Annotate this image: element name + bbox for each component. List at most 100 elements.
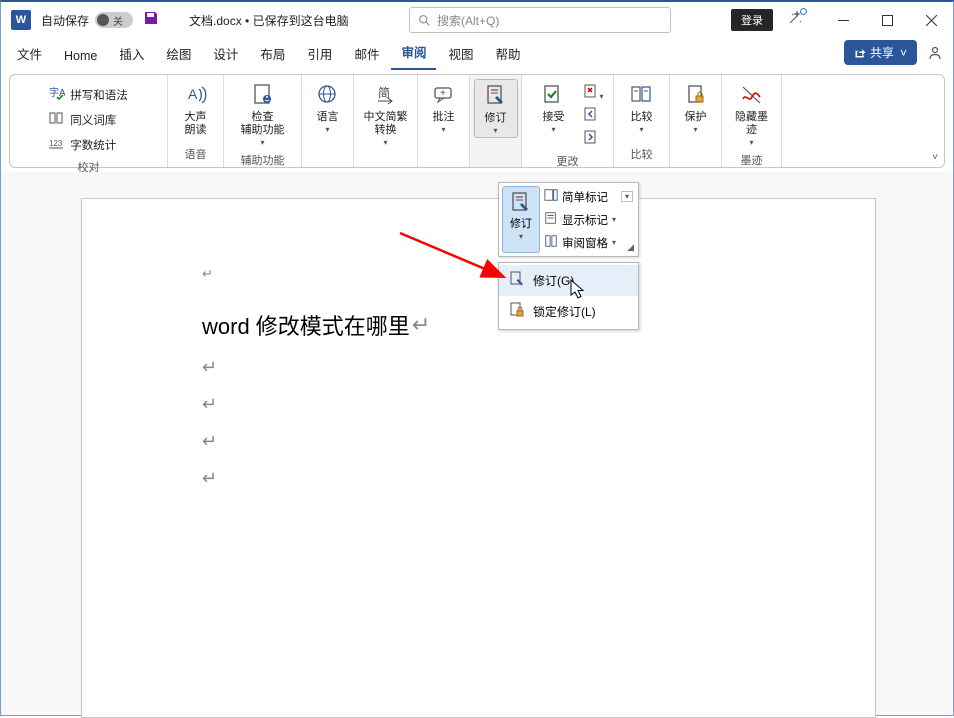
ink-icon xyxy=(740,81,764,109)
track-changes-button[interactable]: 修订 ▾ xyxy=(474,79,518,138)
show-markup-button[interactable]: 显示标记 ▾ xyxy=(542,209,635,230)
svg-text:A: A xyxy=(188,86,198,102)
language-button[interactable]: 语言 ▾ xyxy=(306,79,350,136)
thesaurus-icon xyxy=(49,110,65,129)
document-page[interactable]: ↵ word 修改模式在哪里 ↵ ↵ ↵ ↵ ↵ xyxy=(81,198,876,718)
paragraph-mark: ↵ xyxy=(202,468,875,489)
read-aloud-icon: A xyxy=(184,81,208,109)
chevron-down-icon: ▾ xyxy=(441,125,445,134)
menu-item-track-changes[interactable]: 修订(G) xyxy=(499,265,638,296)
autosave-label: 自动保存 xyxy=(41,12,89,29)
tab-home[interactable]: Home xyxy=(54,43,107,70)
search-input[interactable]: 搜索(Alt+Q) xyxy=(409,7,671,33)
document-heading: word 修改模式在哪里 xyxy=(202,309,410,341)
group-label-speech: 语音 xyxy=(185,143,207,167)
tab-layout[interactable]: 布局 xyxy=(250,38,295,70)
group-label-compare: 比较 xyxy=(631,143,653,167)
display-for-review-dropdown[interactable]: 简单标记 ▾ xyxy=(542,186,635,207)
spellcheck-icon: 字A xyxy=(49,85,65,104)
chevron-down-icon: ▾ xyxy=(693,125,697,134)
accessibility-icon xyxy=(251,81,275,109)
chevron-down-icon: ▾ xyxy=(493,126,497,135)
svg-text:+: + xyxy=(440,88,446,99)
menu-item-lock-tracking[interactable]: 锁定修订(L) xyxy=(499,296,638,327)
share-icon xyxy=(854,47,866,59)
close-button[interactable] xyxy=(909,2,953,38)
tab-review[interactable]: 审阅 xyxy=(391,36,436,70)
minimize-button[interactable] xyxy=(821,2,865,38)
tab-references[interactable]: 引用 xyxy=(297,38,342,70)
chevron-down-icon: ▾ xyxy=(383,138,387,147)
protect-button[interactable]: 保护 ▾ xyxy=(674,79,718,136)
hide-ink-button[interactable]: 隐藏墨 迹 ▾ xyxy=(730,79,774,149)
accept-icon xyxy=(541,81,565,109)
next-change-button[interactable] xyxy=(583,129,603,150)
thesaurus-button[interactable]: 同义词库 xyxy=(45,108,132,131)
chevron-down-icon: ▾ xyxy=(260,138,264,147)
spelling-grammar-button[interactable]: 字A 拼写和语法 xyxy=(45,83,132,106)
tab-view[interactable]: 视图 xyxy=(438,38,483,70)
group-label-accessibility: 辅助功能 xyxy=(241,149,285,173)
tab-file[interactable]: 文件 xyxy=(7,38,52,70)
ribbon-collapse-button[interactable]: ˅ xyxy=(932,152,938,163)
chevron-down-icon: ▾ xyxy=(519,232,523,241)
reviewing-pane-icon xyxy=(544,234,558,251)
login-button[interactable]: 登录 xyxy=(731,9,773,31)
show-markup-icon xyxy=(544,211,558,228)
track-changes-submenu: 修订(G) 锁定修订(L) xyxy=(498,262,639,330)
document-title: 文档.docx • 已保存到这台电脑 xyxy=(189,12,349,29)
tab-help[interactable]: 帮助 xyxy=(485,38,530,70)
save-icon[interactable] xyxy=(143,10,159,31)
ribbon: 字A 拼写和语法 同义词库 123 字数统计 校对 A 大声 朗读 语音 xyxy=(9,74,945,168)
title-bar: W 自动保存 关 文档.docx • 已保存到这台电脑 搜索(Alt+Q) 登录 xyxy=(1,2,953,38)
comment-icon: + xyxy=(432,81,456,109)
previous-change-button[interactable] xyxy=(583,106,603,127)
dialog-launcher-icon[interactable]: ◢ xyxy=(627,242,634,253)
tab-mailings[interactable]: 邮件 xyxy=(344,38,389,70)
chevron-down-icon: ▾ xyxy=(639,125,643,134)
ribbon-tabs: 文件 Home 插入 绘图 设计 布局 引用 邮件 审阅 视图 帮助 共享 ˅ xyxy=(1,38,953,70)
word-app-icon: W xyxy=(11,10,31,30)
chinese-convert-icon: 简 xyxy=(374,81,398,109)
chevron-down-icon: ▾ xyxy=(612,215,616,224)
paragraph-mark: ↵ xyxy=(202,431,875,452)
protect-icon xyxy=(684,81,708,109)
chevron-down-icon: ▾ xyxy=(325,125,329,134)
tab-design[interactable]: 设计 xyxy=(203,38,248,70)
chevron-down-icon: ˅ xyxy=(900,46,907,60)
comments-pane-icon[interactable] xyxy=(927,45,943,66)
paragraph-mark: ↵ xyxy=(202,394,875,415)
accept-button[interactable]: 接受 ▾ xyxy=(531,79,575,136)
word-count-icon: 123 xyxy=(49,135,65,154)
accessibility-check-button[interactable]: 检查 辅助功能 ▾ xyxy=(237,79,289,149)
paragraph-mark: ↵ xyxy=(202,266,213,281)
svg-text:123: 123 xyxy=(49,139,63,148)
chevron-down-icon: ▾ xyxy=(749,138,753,147)
paragraph-mark: ↵ xyxy=(202,357,875,378)
tab-insert[interactable]: 插入 xyxy=(109,38,154,70)
reject-button[interactable]: ▾ xyxy=(583,83,603,104)
track-changes-split-main[interactable]: 修订 ▾ xyxy=(502,186,540,253)
chinese-convert-button[interactable]: 简 中文简繁 转换 ▾ xyxy=(360,79,412,149)
lock-icon xyxy=(509,302,525,321)
language-icon xyxy=(316,81,340,109)
group-label-ink: 墨迹 xyxy=(741,149,763,173)
coming-soon-icon[interactable] xyxy=(787,10,803,31)
maximize-button[interactable] xyxy=(865,2,909,38)
compare-icon xyxy=(630,81,654,109)
markup-icon xyxy=(544,188,558,205)
document-stage: ↵ word 修改模式在哪里 ↵ ↵ ↵ ↵ ↵ xyxy=(1,172,953,715)
compare-button[interactable]: 比较 ▾ xyxy=(620,79,664,136)
share-button[interactable]: 共享 ˅ xyxy=(844,40,917,65)
comments-button[interactable]: + 批注 ▾ xyxy=(422,79,466,136)
paragraph-mark: ↵ xyxy=(412,312,430,338)
track-changes-dropdown-panel: 修订 ▾ 简单标记 ▾ 显示标记 ▾ 审阅窗格 ▾ ◢ xyxy=(498,182,639,257)
chevron-down-icon: ▾ xyxy=(612,238,616,247)
read-aloud-button[interactable]: A 大声 朗读 xyxy=(174,79,218,139)
word-count-button[interactable]: 123 字数统计 xyxy=(45,133,132,156)
tab-draw[interactable]: 绘图 xyxy=(156,38,201,70)
autosave-toggle[interactable]: 关 xyxy=(95,12,133,28)
group-label-changes: 更改 xyxy=(557,150,579,174)
reviewing-pane-button[interactable]: 审阅窗格 ▾ xyxy=(542,232,635,253)
track-changes-icon xyxy=(509,191,533,215)
